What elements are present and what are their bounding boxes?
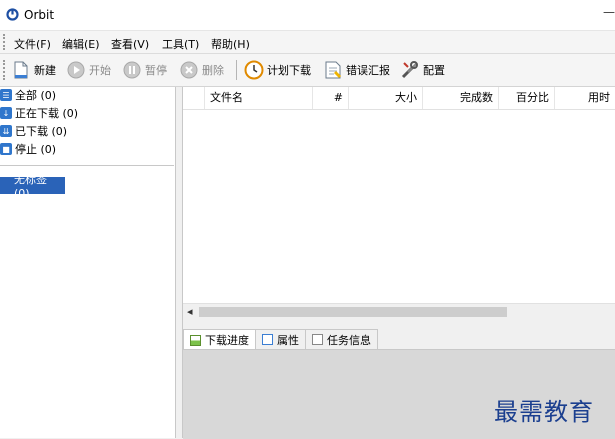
new-file-icon — [11, 60, 31, 80]
category-all[interactable]: ☰ 全部 (0) — [0, 87, 56, 103]
col-filename[interactable]: 文件名 — [205, 87, 313, 109]
properties-icon — [262, 334, 273, 345]
col-blank[interactable] — [183, 87, 205, 109]
start-button[interactable]: 开始 — [66, 58, 111, 82]
menu-edit[interactable]: 编辑(E) — [62, 36, 100, 52]
list-icon: ☰ — [0, 89, 12, 101]
title-bar: Orbit — — [0, 0, 615, 31]
details-tabs: 下载进度 属性 任务信息 — [183, 329, 378, 350]
tab-progress-label: 下载进度 — [205, 334, 249, 347]
orbit-logo-icon — [6, 8, 19, 21]
menu-bar: 文件(F) 编辑(E) 查看(V) 工具(T) 帮助(H) — [0, 31, 615, 54]
tab-properties-label: 属性 — [277, 333, 299, 347]
document-icon — [312, 334, 323, 345]
config-label: 配置 — [423, 64, 445, 77]
tab-progress[interactable]: 下载进度 — [183, 329, 256, 350]
category-stopped[interactable]: ■ 停止 (0) — [0, 141, 56, 157]
col-index[interactable]: # — [313, 87, 349, 109]
category-all-label: 全部 (0) — [15, 89, 57, 102]
minimize-button[interactable]: — — [603, 5, 615, 19]
tab-task-info-label: 任务信息 — [327, 333, 371, 347]
menu-tools[interactable]: 工具(T) — [162, 36, 199, 52]
play-icon — [66, 60, 86, 80]
horizontal-scrollbar[interactable]: ◂ — [183, 303, 615, 320]
schedule-download-button[interactable]: 计划下载 — [244, 58, 311, 82]
category-downloading[interactable]: ↓ 正在下载 (0) — [0, 105, 78, 121]
error-report-label: 错误汇报 — [346, 64, 390, 77]
category-pane: ☰ 全部 (0) ↓ 正在下载 (0) ⇊ 已下载 (0) ■ 停止 (0) 无… — [0, 87, 176, 438]
delete-button[interactable]: 删除 — [179, 58, 224, 82]
category-stopped-label: 停止 (0) — [15, 143, 57, 156]
window-title: Orbit — [24, 8, 55, 22]
col-size[interactable]: 大小 — [349, 87, 423, 109]
config-button[interactable]: 配置 — [400, 58, 445, 82]
new-button[interactable]: 新建 — [11, 58, 56, 82]
tab-properties[interactable]: 属性 — [255, 329, 306, 349]
pause-icon — [122, 60, 142, 80]
scroll-thumb[interactable] — [199, 307, 507, 317]
schedule-download-label: 计划下载 — [267, 64, 311, 77]
pause-label: 暂停 — [145, 64, 167, 77]
tag-untagged[interactable]: 无标签 (0) — [0, 173, 65, 200]
download-arrow-icon: ↓ — [0, 107, 12, 119]
category-downloaded[interactable]: ⇊ 已下载 (0) — [0, 123, 67, 139]
chart-icon — [190, 334, 201, 346]
new-label: 新建 — [34, 64, 56, 77]
watermark: 最需教育 — [494, 398, 594, 426]
col-percent[interactable]: 百分比 — [499, 87, 555, 109]
category-downloading-label: 正在下载 (0) — [15, 107, 79, 120]
tools-icon — [400, 60, 420, 80]
menu-grip[interactable] — [3, 34, 7, 50]
completed-icon: ⇊ — [0, 125, 12, 137]
col-completed[interactable]: 完成数 — [423, 87, 499, 109]
col-time[interactable]: 用时 — [555, 87, 615, 109]
category-downloaded-label: 已下载 (0) — [15, 125, 68, 138]
menu-file[interactable]: 文件(F) — [14, 36, 51, 52]
download-table: 文件名 # 大小 完成数 百分比 用时 ◂ — [182, 87, 615, 320]
pause-button[interactable]: 暂停 — [122, 58, 167, 82]
category-divider — [0, 165, 174, 166]
toolbar-grip[interactable] — [3, 60, 7, 80]
toolbar: 新建 开始 暂停 删除 计划下载 错误汇报 配置 — [0, 54, 615, 87]
error-report-button[interactable]: 错误汇报 — [323, 58, 390, 82]
table-header: 文件名 # 大小 完成数 百分比 用时 — [183, 87, 615, 110]
clock-icon — [244, 60, 264, 80]
start-label: 开始 — [89, 64, 111, 77]
menu-help[interactable]: 帮助(H) — [211, 36, 250, 52]
delete-label: 删除 — [202, 64, 224, 77]
scroll-left-icon[interactable]: ◂ — [187, 305, 193, 318]
stop-icon: ■ — [0, 143, 12, 155]
delete-icon — [179, 60, 199, 80]
tab-task-info[interactable]: 任务信息 — [305, 329, 378, 349]
report-icon — [323, 60, 343, 80]
menu-view[interactable]: 查看(V) — [111, 36, 149, 52]
toolbar-separator — [236, 60, 237, 80]
